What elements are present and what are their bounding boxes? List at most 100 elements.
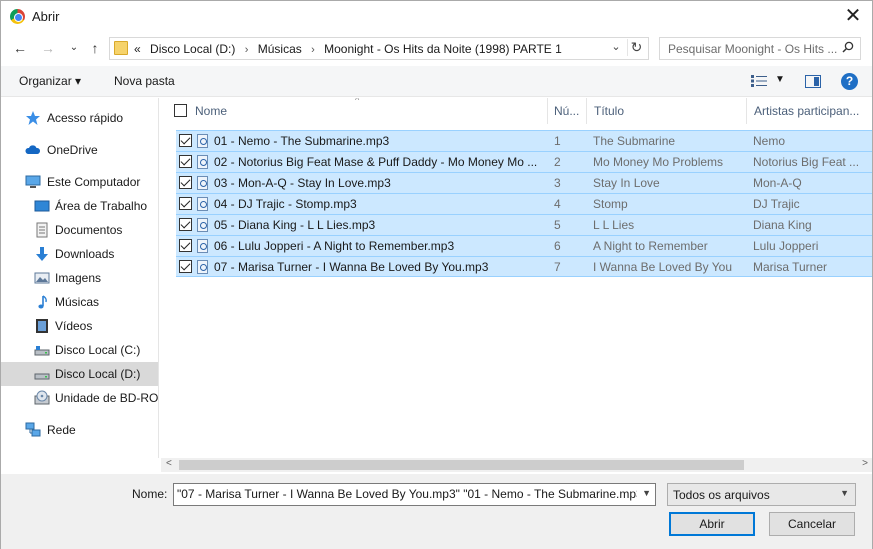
file-row[interactable]: 02 - Notorius Big Feat Mase & Puff Daddy…	[176, 151, 872, 172]
breadcrumb-musicas[interactable]: Músicas	[258, 42, 302, 56]
column-divider[interactable]	[746, 98, 747, 124]
pictures-icon	[34, 272, 50, 284]
sidebar-item-videos[interactable]: Vídeos	[1, 314, 158, 338]
row-checkbox[interactable]	[179, 176, 192, 189]
file-type-select[interactable]: Todos os arquivos ▼	[667, 483, 856, 506]
video-icon	[36, 319, 48, 333]
breadcrumb-disco-d[interactable]: Disco Local (D:)	[150, 42, 235, 56]
search-box[interactable]: Pesquisar Moonight - Os Hits ...	[659, 37, 861, 60]
track-artist: Marisa Turner	[753, 260, 828, 274]
sidebar-item-este-computador[interactable]: Este Computador	[1, 170, 158, 194]
forward-button[interactable]: →	[39, 39, 57, 57]
select-all-checkbox[interactable]	[174, 104, 187, 117]
scroll-right-icon[interactable]: >	[862, 458, 868, 469]
sidebar-item-musicas[interactable]: Músicas	[1, 290, 158, 314]
address-bar[interactable]: « Disco Local (D:) › Músicas › Moonight …	[109, 37, 649, 60]
chevron-down-icon[interactable]: ▼	[775, 74, 785, 85]
chevron-right-icon[interactable]: ›	[311, 44, 315, 56]
row-checkbox[interactable]	[179, 155, 192, 168]
sidebar-item-imagens[interactable]: Imagens	[1, 266, 158, 290]
track-title: Stay In Love	[593, 176, 660, 190]
chevron-down-icon[interactable]: ▼	[840, 488, 849, 498]
download-icon	[36, 247, 48, 261]
track-artist: Lulu Jopperi	[753, 239, 819, 253]
file-name: 02 - Notorius Big Feat Mase & Puff Daddy…	[214, 155, 538, 169]
track-title: Stomp	[593, 197, 628, 211]
chevron-down-icon[interactable]: ⌄	[608, 40, 624, 53]
search-input[interactable]: Pesquisar Moonight - Os Hits ...	[668, 42, 837, 56]
cancel-button[interactable]: Cancelar	[769, 512, 855, 536]
command-bar: Organizar ▾ Nova pasta ▼ ?	[1, 66, 872, 97]
recent-locations-button[interactable]: ⌄	[65, 39, 83, 57]
folder-icon	[114, 41, 128, 55]
sidebar-item-disco-local-d[interactable]: Disco Local (D:)	[1, 362, 158, 386]
column-header-row: ^ Nome Nú... Título Artistas participan.…	[161, 98, 872, 124]
chrome-icon	[10, 9, 25, 24]
open-dialog: Abrir ✕ ← → ⌄ ↑ « Disco Local (D:) › Mús…	[0, 0, 873, 549]
file-name: 07 - Marisa Turner - I Wanna Be Loved By…	[214, 260, 489, 274]
column-header-name[interactable]: Nome	[195, 104, 227, 118]
view-details-icon[interactable]	[751, 75, 767, 87]
organize-button[interactable]: Organizar ▾	[19, 74, 81, 88]
sidebar-item-rede[interactable]: Rede	[1, 418, 158, 442]
file-row[interactable]: 01 - Nemo - The Submarine.mp3 1 The Subm…	[176, 130, 872, 151]
sidebar-item-area-de-trabalho[interactable]: Área de Trabalho	[1, 194, 158, 218]
sidebar-item-disco-local-c[interactable]: Disco Local (C:)	[1, 338, 158, 362]
horizontal-scrollbar[interactable]: < >	[161, 458, 872, 472]
dialog-footer: Nome: ▼ Todos os arquivos ▼ Abrir Cancel…	[1, 474, 872, 549]
scroll-left-icon[interactable]: <	[166, 458, 172, 469]
up-button[interactable]: ↑	[86, 39, 104, 57]
file-row[interactable]: 05 - Diana King - L L Lies.mp3 5 L L Lie…	[176, 214, 872, 235]
help-icon[interactable]: ?	[841, 73, 858, 90]
column-header-number[interactable]: Nú...	[554, 104, 579, 118]
breadcrumb-album[interactable]: Moonight - Os Hits da Noite (1998) PARTE…	[324, 42, 562, 56]
open-button[interactable]: Abrir	[669, 512, 755, 536]
column-divider[interactable]	[586, 98, 587, 124]
row-checkbox[interactable]	[179, 197, 192, 210]
track-number: 5	[554, 218, 561, 232]
window-title: Abrir	[32, 9, 60, 24]
sidebar-item-acesso-rapido[interactable]: Acesso rápido	[1, 106, 158, 130]
row-checkbox[interactable]	[179, 134, 192, 147]
scrollbar-thumb[interactable]	[179, 460, 744, 470]
chevron-down-icon[interactable]: ▼	[642, 488, 651, 498]
back-button[interactable]: ←	[11, 39, 29, 57]
file-name-input[interactable]	[177, 487, 637, 501]
search-icon[interactable]	[842, 41, 854, 53]
file-row[interactable]: 03 - Mon-A-Q - Stay In Love.mp3 3 Stay I…	[176, 172, 872, 193]
sidebar-item-documentos[interactable]: Documentos	[1, 218, 158, 242]
file-row[interactable]: 06 - Lulu Jopperi - A Night to Remember.…	[176, 235, 872, 256]
sidebar-item-onedrive[interactable]: OneDrive	[1, 138, 158, 162]
column-divider[interactable]	[547, 98, 548, 124]
sidebar-item-bd-rom[interactable]: Unidade de BD-ROM	[1, 386, 158, 410]
chevron-right-icon[interactable]: ›	[245, 44, 249, 56]
file-row[interactable]: 04 - DJ Trajic - Stomp.mp3 4 Stomp DJ Tr…	[176, 193, 872, 214]
close-button[interactable]: ✕	[842, 5, 864, 27]
breadcrumb: « Disco Local (D:) › Músicas › Moonight …	[134, 42, 568, 56]
file-name-combobox[interactable]: ▼	[173, 483, 656, 506]
row-checkbox[interactable]	[179, 218, 192, 231]
column-header-title[interactable]: Título	[594, 104, 624, 118]
row-checkbox[interactable]	[179, 239, 192, 252]
row-checkbox[interactable]	[179, 260, 192, 273]
navigation-pane: Acesso rápido OneDrive Este Computador Á…	[1, 98, 159, 458]
cloud-icon	[25, 145, 41, 154]
track-artist: Nemo	[753, 134, 786, 148]
track-number: 7	[554, 260, 561, 274]
track-number: 3	[554, 176, 561, 190]
file-row[interactable]: 07 - Marisa Turner - I Wanna Be Loved By…	[176, 256, 872, 277]
file-name: 06 - Lulu Jopperi - A Night to Remember.…	[214, 239, 455, 253]
track-title: The Submarine	[593, 134, 676, 148]
drive-icon	[34, 373, 50, 380]
navigation-bar: ← → ⌄ ↑ « Disco Local (D:) › Músicas › M…	[1, 33, 872, 63]
column-header-artists[interactable]: Artistas participan...	[754, 104, 859, 118]
new-folder-button[interactable]: Nova pasta	[114, 74, 175, 88]
preview-pane-icon[interactable]	[805, 75, 821, 88]
file-name: 04 - DJ Trajic - Stomp.mp3	[214, 197, 357, 211]
sidebar-item-downloads[interactable]: Downloads	[1, 242, 158, 266]
computer-icon	[25, 175, 41, 188]
file-name-label: Nome:	[132, 487, 168, 501]
file-list[interactable]: ^ Nome Nú... Título Artistas participan.…	[161, 98, 872, 458]
breadcrumb-overflow[interactable]: «	[134, 42, 141, 56]
refresh-icon[interactable]: ↻	[627, 39, 645, 56]
